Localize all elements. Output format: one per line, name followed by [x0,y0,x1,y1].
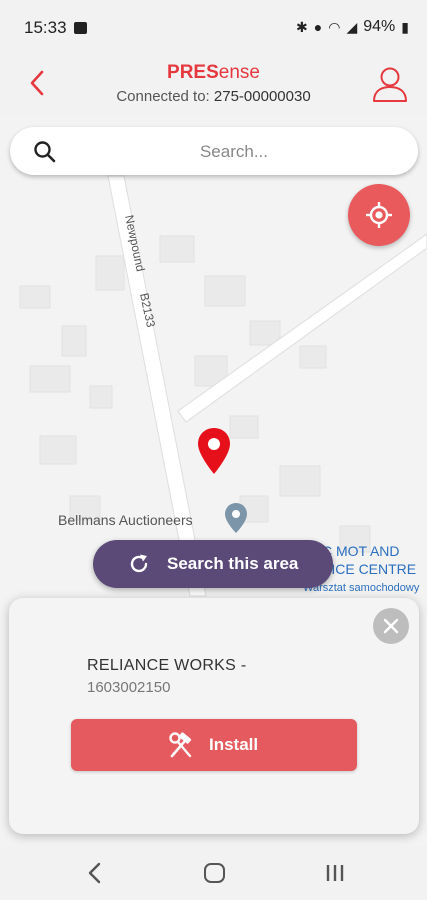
site-details-card: RELIANCE WORKS - 1603002150 Install [9,598,419,834]
my-location-button[interactable] [348,184,410,246]
search-bar[interactable] [10,127,418,175]
nav-recents-icon[interactable] [325,864,345,882]
refresh-icon [130,554,148,573]
site-id: 1603002150 [87,679,171,696]
wifi-icon: ◠ [328,19,341,35]
mot-centre-label[interactable]: C MOT AND VICE CENTRE [322,542,416,578]
device-id: 275-00000030 [213,88,311,105]
search-input[interactable] [70,139,398,165]
close-button[interactable] [373,608,409,644]
search-this-area-button[interactable]: Search this area [93,540,333,588]
nav-home-icon[interactable] [204,863,225,883]
status-icons: ✱ ● ◠ ◢ 94% ▮ [296,18,409,36]
app-brand: PRESense [0,62,427,84]
nav-back-icon[interactable] [86,862,104,884]
map-pin-icon[interactable] [196,426,232,476]
brand-bold: PRES [167,62,219,83]
signal-icon: ◢ [346,19,358,35]
close-icon [383,618,399,634]
mot-label-line1: C MOT AND [322,543,400,559]
search-icon[interactable] [32,139,58,165]
search-this-area-label: Search this area [167,554,299,573]
brand-light: ense [218,62,260,83]
poi-label[interactable]: Bellmans Auctioneers [58,512,193,528]
poi-marker-icon[interactable] [224,502,248,534]
connection-status: Connected to: 275-00000030 [0,88,427,105]
site-name: RELIANCE WORKS - [87,657,247,674]
system-nav-bar [0,846,427,900]
status-time: 15:33 [24,18,67,37]
connected-label: Connected to: [116,88,210,105]
image-icon [74,22,87,34]
install-button[interactable]: Install [71,719,357,771]
battery-percent: 94% [363,18,396,35]
app-header: PRESense Connected to: 275-00000030 [0,56,427,116]
bluetooth-icon: ✱ [296,19,308,35]
location-icon: ● [313,19,323,35]
mot-label-line2: VICE CENTRE [322,561,417,577]
user-profile-icon[interactable] [371,64,409,104]
status-bar: 15:33 ✱ ● ◠ ◢ 94% ▮ [0,0,427,56]
battery-icon: ▮ [401,19,409,35]
tools-icon [169,732,192,758]
crosshair-icon [366,202,392,228]
install-label: Install [209,735,259,754]
